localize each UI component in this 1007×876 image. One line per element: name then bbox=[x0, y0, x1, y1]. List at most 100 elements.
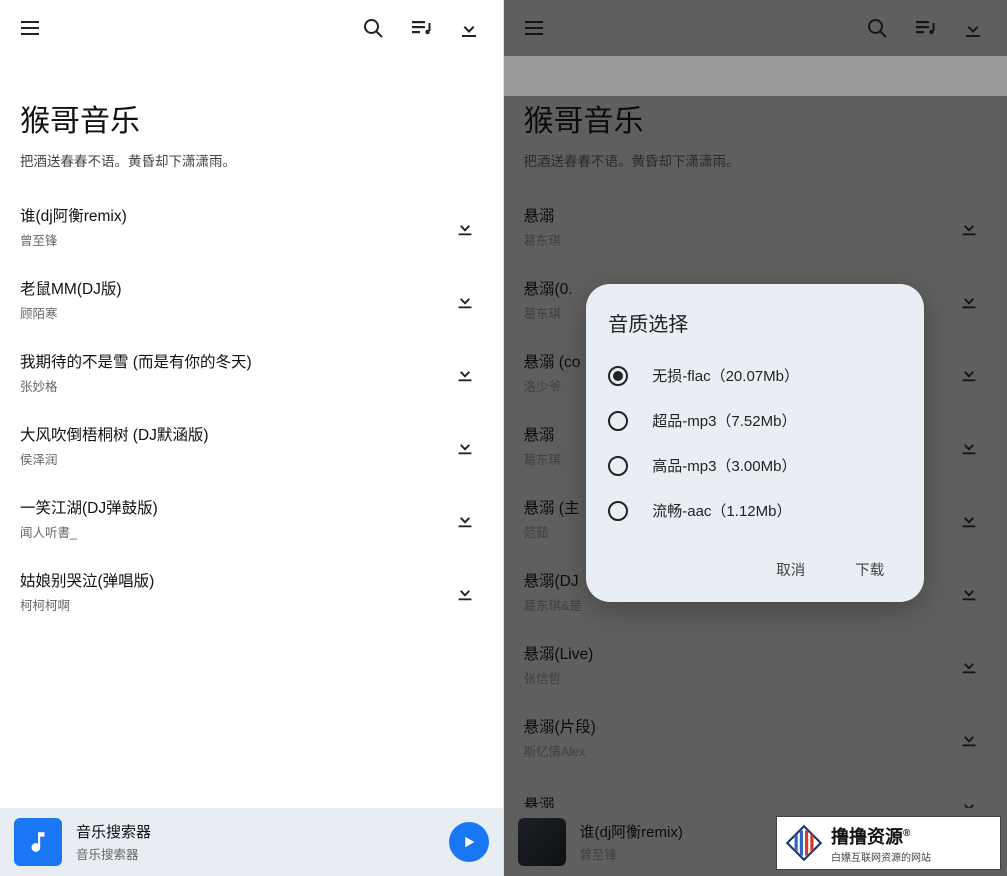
app-title: 猴哥音乐 bbox=[20, 96, 483, 140]
app-subtitle: 把酒送春春不语。黄昏却下潇潇雨。 bbox=[20, 150, 483, 170]
screen-right: 猴哥音乐 把酒送春春不语。黄昏却下潇潇雨。 悬溺葛东琪悬溺(0.葛东琪悬溺 (c… bbox=[504, 0, 1007, 876]
song-download-button[interactable] bbox=[951, 209, 987, 245]
song-download-button[interactable] bbox=[447, 428, 483, 464]
song-title: 大风吹倒梧桐树 (DJ默涵版) bbox=[20, 423, 447, 445]
song-row[interactable]: 大风吹倒梧桐树 (DJ默涵版) 侯泽润 bbox=[20, 409, 483, 482]
menu-button[interactable] bbox=[10, 8, 50, 48]
hamburger-icon bbox=[522, 16, 546, 40]
confirm-button[interactable]: 下载 bbox=[845, 551, 894, 588]
song-row[interactable]: 一笑江湖(DJ弹鼓版)闻人听書_ bbox=[20, 482, 483, 555]
song-download-button[interactable] bbox=[447, 355, 483, 391]
song-info: 老鼠MM(DJ版) 顾陌寒 bbox=[20, 277, 447, 322]
song-download-button[interactable] bbox=[447, 282, 483, 318]
hamburger-icon bbox=[18, 16, 42, 40]
content: 猴哥音乐 把酒送春春不语。黄昏却下潇潇雨。 谁(dj阿衡remix)曾至锋老鼠M… bbox=[0, 96, 503, 628]
player-bar[interactable]: 音乐搜索器 音乐搜索器 bbox=[0, 808, 503, 876]
song-artist: 葛东琪 bbox=[524, 230, 952, 249]
topbar bbox=[0, 0, 503, 56]
song-artist: 张信哲 bbox=[524, 668, 952, 687]
player-text: 音乐搜索器 音乐搜索器 bbox=[76, 821, 435, 863]
song-info: 一笑江湖(DJ弹鼓版)闻人听書_ bbox=[20, 496, 447, 541]
download-icon bbox=[457, 16, 481, 40]
download-icon bbox=[454, 508, 476, 530]
quality-dialog: 音质选择 无损-flac（20.07Mb） 超品-mp3（7.52Mb） 高品-mp… bbox=[586, 284, 924, 602]
radio-icon bbox=[608, 501, 628, 521]
download-icon bbox=[454, 362, 476, 384]
quality-option[interactable]: 无损-flac（20.07Mb） bbox=[606, 353, 904, 398]
song-download-button[interactable] bbox=[447, 501, 483, 537]
playlist-button[interactable] bbox=[401, 8, 441, 48]
song-title: 悬溺 bbox=[524, 204, 952, 226]
download-icon bbox=[958, 654, 980, 676]
dialog-title: 音质选择 bbox=[606, 308, 904, 337]
download-icon bbox=[958, 289, 980, 311]
song-row[interactable]: 悬溺葛东琪 bbox=[524, 190, 988, 263]
download-button[interactable] bbox=[953, 8, 993, 48]
quality-option[interactable]: 高品-mp3（3.00Mb） bbox=[606, 443, 904, 488]
song-info: 大风吹倒梧桐树 (DJ默涵版) 侯泽润 bbox=[20, 423, 447, 468]
search-icon bbox=[361, 16, 385, 40]
quality-label: 高品-mp3（3.00Mb） bbox=[652, 455, 796, 476]
song-download-button[interactable] bbox=[951, 282, 987, 318]
song-title: 我期待的不是雪 (而是有你的冬天) bbox=[20, 350, 447, 372]
song-artist: 顾陌寒 bbox=[20, 303, 447, 322]
menu-button[interactable] bbox=[514, 8, 554, 48]
song-download-button[interactable] bbox=[447, 574, 483, 610]
song-download-button[interactable] bbox=[951, 647, 987, 683]
song-title: 悬溺(Live) bbox=[524, 642, 952, 664]
watermark-main: 撸撸资源® bbox=[831, 823, 994, 849]
song-row[interactable]: 我期待的不是雪 (而是有你的冬天) 张妙格 bbox=[20, 336, 483, 409]
song-row[interactable]: 悬溺(片段)斯忆情Alex bbox=[524, 701, 988, 774]
download-icon bbox=[958, 508, 980, 530]
song-download-button[interactable] bbox=[951, 720, 987, 756]
song-info: 姑娘别哭泣(弹唱版)柯柯柯啊 bbox=[20, 569, 447, 614]
player-title: 音乐搜索器 bbox=[76, 821, 435, 842]
download-icon bbox=[454, 216, 476, 238]
song-artist: 张妙格 bbox=[20, 376, 447, 395]
playlist-button[interactable] bbox=[905, 8, 945, 48]
playlist-icon bbox=[409, 16, 433, 40]
song-info: 悬溺(片段)斯忆情Alex bbox=[524, 715, 952, 760]
quality-label: 超品-mp3（7.52Mb） bbox=[652, 410, 796, 431]
playlist-icon bbox=[913, 16, 937, 40]
song-download-button[interactable] bbox=[951, 501, 987, 537]
song-artist: 斯忆情Alex bbox=[524, 741, 952, 760]
download-icon bbox=[958, 727, 980, 749]
watermark: 撸撸资源® 白嫖互联网资源的网站 bbox=[776, 816, 1001, 870]
search-icon bbox=[865, 16, 889, 40]
song-title: 老鼠MM(DJ版) bbox=[20, 277, 447, 299]
quality-option[interactable]: 流畅-aac（1.12Mb） bbox=[606, 488, 904, 533]
song-row[interactable]: 谁(dj阿衡remix)曾至锋 bbox=[20, 190, 483, 263]
quality-options: 无损-flac（20.07Mb） 超品-mp3（7.52Mb） 高品-mp3（3.0… bbox=[606, 353, 904, 533]
quality-label: 流畅-aac（1.12Mb） bbox=[652, 500, 791, 521]
player-subtitle: 音乐搜索器 bbox=[76, 844, 435, 863]
song-artist: 侯泽润 bbox=[20, 449, 447, 468]
download-icon bbox=[454, 581, 476, 603]
song-title: 一笑江湖(DJ弹鼓版) bbox=[20, 496, 447, 518]
song-row[interactable]: 悬溺(Live) 张信哲 bbox=[524, 628, 988, 701]
radio-icon bbox=[608, 456, 628, 476]
cancel-button[interactable]: 取消 bbox=[766, 551, 815, 588]
player-art[interactable] bbox=[14, 818, 62, 866]
dialog-actions: 取消 下载 bbox=[606, 551, 904, 588]
radio-icon bbox=[608, 366, 628, 386]
song-download-button[interactable] bbox=[447, 209, 483, 245]
quality-option[interactable]: 超品-mp3（7.52Mb） bbox=[606, 398, 904, 443]
play-button[interactable] bbox=[449, 822, 489, 862]
song-info: 悬溺(Live) 张信哲 bbox=[524, 642, 952, 687]
search-button[interactable] bbox=[857, 8, 897, 48]
download-icon bbox=[958, 362, 980, 384]
topbar bbox=[504, 0, 1007, 56]
search-button[interactable] bbox=[353, 8, 393, 48]
song-row[interactable]: 老鼠MM(DJ版) 顾陌寒 bbox=[20, 263, 483, 336]
song-row[interactable]: 姑娘别哭泣(弹唱版)柯柯柯啊 bbox=[20, 555, 483, 628]
download-icon bbox=[958, 581, 980, 603]
download-button[interactable] bbox=[449, 8, 489, 48]
player-art[interactable] bbox=[518, 818, 566, 866]
song-artist: 曾至锋 bbox=[20, 230, 447, 249]
song-download-button[interactable] bbox=[951, 355, 987, 391]
song-download-button[interactable] bbox=[951, 428, 987, 464]
song-title: 姑娘别哭泣(弹唱版) bbox=[20, 569, 447, 591]
download-icon bbox=[454, 435, 476, 457]
song-download-button[interactable] bbox=[951, 574, 987, 610]
